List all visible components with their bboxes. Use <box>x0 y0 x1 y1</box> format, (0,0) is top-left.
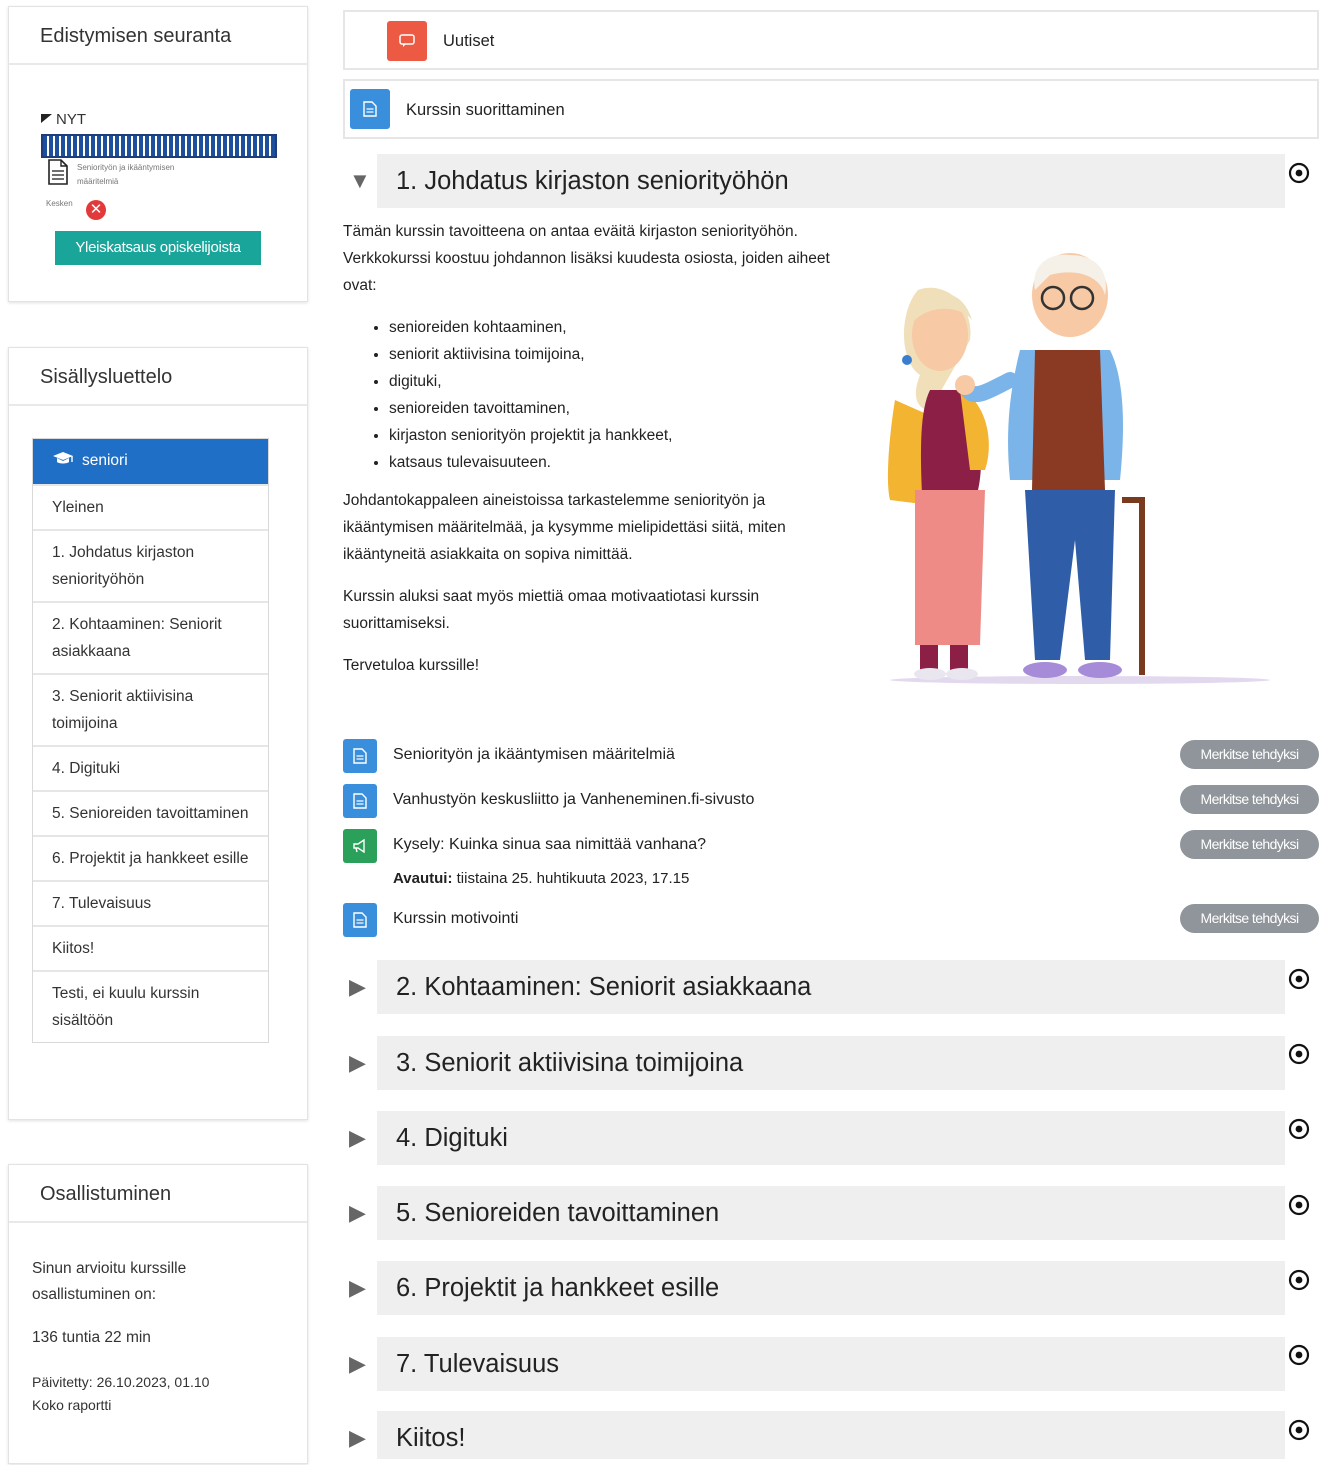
expand-arrow-icon[interactable]: ▶ <box>349 974 366 1000</box>
expand-arrow-icon[interactable]: ▶ <box>349 1050 366 1076</box>
topic-item: seniorit aktiivisina toimijoina, <box>389 341 833 368</box>
activity-label[interactable]: Kurssin motivointi <box>393 910 518 928</box>
activity-definitions[interactable]: Seniorityön ja ikääntymisen määritelmiä … <box>343 739 1319 775</box>
expand-arrow-icon[interactable]: ▶ <box>349 1200 366 1226</box>
seniors-illustration <box>887 253 1270 684</box>
section-kiitos-header[interactable]: Kiitos! <box>377 1411 1285 1459</box>
toc-course-label: seniori <box>82 452 128 469</box>
progress-item-line1: Seniorityön ja ikääntymisen <box>77 163 175 172</box>
survey-open-date: Avautui: tiistaina 25. huhtikuuta 2023, … <box>393 870 689 887</box>
opens-label: Avautui: <box>393 870 453 887</box>
participation-text: Sinun arvioitu kurssille osallistuminen … <box>32 1260 187 1303</box>
topic-item: senioreiden kohtaaminen, <box>389 314 833 341</box>
section-target-icon[interactable] <box>1288 162 1310 184</box>
page-icon <box>343 784 377 818</box>
activity-label[interactable]: Kysely: Kuinka sinua saa nimittää vanhan… <box>393 836 706 854</box>
expand-arrow-icon[interactable]: ▶ <box>349 1351 366 1377</box>
topic-item: senioreiden tavoittaminen, <box>389 395 833 422</box>
expand-arrow-icon[interactable]: ▶ <box>349 1125 366 1151</box>
page-icon <box>343 739 377 773</box>
toc-list: seniori Yleinen 1. Johdatus kirjaston se… <box>32 438 269 1043</box>
progress-bar[interactable] <box>41 134 277 158</box>
progress-tracking-block: Edistymisen seuranta NYT Seniorityön ja … <box>8 6 308 302</box>
section-6-header[interactable]: 6. Projektit ja hankkeet esille <box>377 1261 1285 1315</box>
toc-item-kiitos[interactable]: Kiitos! <box>33 925 268 970</box>
now-label: NYT <box>56 111 86 128</box>
section-7-header[interactable]: 7. Tulevaisuus <box>377 1337 1285 1391</box>
progress-item-line2: määritelmiä <box>77 177 119 186</box>
mark-done-button[interactable]: Merkitse tehdyksi <box>1180 785 1319 814</box>
toc-item-test[interactable]: Testi, ei kuulu kurssin sisältöön <box>33 970 268 1042</box>
progress-item-label[interactable]: Seniorityön ja ikääntymisen määritelmiä <box>77 161 174 189</box>
intro-paragraph-3: Kurssin aluksi saat myös miettiä omaa mo… <box>343 588 760 632</box>
forum-icon <box>387 21 427 61</box>
toc-item-section-2[interactable]: 2. Kohtaaminen: Seniorit asiakkaana <box>33 601 268 673</box>
section-target-icon[interactable] <box>1288 1419 1310 1441</box>
toc-item-section-4[interactable]: 4. Digituki <box>33 745 268 790</box>
section-1-summary: Tämän kurssin tavoitteena on antaa eväit… <box>343 218 833 694</box>
section-2-header[interactable]: 2. Kohtaaminen: Seniorit asiakkaana <box>377 960 1285 1014</box>
document-icon <box>48 159 68 185</box>
news-forum-link[interactable]: Uutiset <box>343 10 1319 70</box>
mark-done-button[interactable]: Merkitse tehdyksi <box>1180 904 1319 933</box>
feedback-icon <box>343 829 377 863</box>
section-target-icon[interactable] <box>1288 1344 1310 1366</box>
mark-done-button[interactable]: Merkitse tehdyksi <box>1180 740 1319 769</box>
news-label: Uutiset <box>443 32 495 50</box>
topic-item: katsaus tulevaisuuteen. <box>389 449 833 476</box>
page-icon <box>350 89 390 129</box>
toc-item-section-3[interactable]: 3. Seniorit aktiivisina toimijoina <box>33 673 268 745</box>
expand-arrow-icon[interactable]: ▶ <box>349 1275 366 1301</box>
opens-value: tiistaina 25. huhtikuuta 2023, 17.15 <box>456 870 690 887</box>
participation-time: 136 tuntia 22 min <box>32 1329 151 1346</box>
section-3-header[interactable]: 3. Seniorit aktiivisina toimijoina <box>377 1036 1285 1090</box>
section-4-header[interactable]: 4. Digituki <box>377 1111 1285 1165</box>
toc-item-section-6[interactable]: 6. Projektit ja hankkeet esille <box>33 835 268 880</box>
section-target-icon[interactable] <box>1288 1043 1310 1065</box>
welcome-text: Tervetuloa kurssille! <box>343 657 480 674</box>
intro-paragraph-2: Johdantokappaleen aineistoissa tarkastel… <box>343 492 786 563</box>
section-target-icon[interactable] <box>1288 1118 1310 1140</box>
topic-item: kirjaston seniorityön projektit ja hankk… <box>389 422 833 449</box>
activity-label[interactable]: Vanhustyön keskusliitto ja Vanheneminen.… <box>393 791 754 809</box>
toc-item-yleinen[interactable]: Yleinen <box>33 484 268 529</box>
page-icon <box>343 903 377 937</box>
course-completion-link[interactable]: Kurssin suorittaminen <box>343 79 1319 139</box>
toc-item-section-1[interactable]: 1. Johdatus kirjaston seniorityöhön <box>33 529 268 601</box>
expand-arrow-icon[interactable]: ▶ <box>349 1425 366 1451</box>
toc-course-link[interactable]: seniori <box>33 439 268 484</box>
completion-label: Kurssin suorittaminen <box>406 101 565 119</box>
mark-done-button[interactable]: Merkitse tehdyksi <box>1180 830 1319 859</box>
section-5-header[interactable]: 5. Senioreiden tavoittaminen <box>377 1186 1285 1240</box>
intro-paragraph: Tämän kurssin tavoitteena on antaa eväit… <box>343 223 830 294</box>
activity-motivation[interactable]: Kurssin motivointi Merkitse tehdyksi <box>343 903 1319 939</box>
toc-title: Sisällysluettelo <box>9 348 307 406</box>
section-target-icon[interactable] <box>1288 1269 1310 1291</box>
participation-title: Osallistuminen <box>9 1165 307 1223</box>
graduation-cap-icon <box>52 447 74 474</box>
topic-item: digituki, <box>389 368 833 395</box>
section-1-header[interactable]: 1. Johdatus kirjaston seniorityöhön <box>377 154 1285 208</box>
toc-item-section-7[interactable]: 7. Tulevaisuus <box>33 880 268 925</box>
participation-updated: Päivitetty: 26.10.2023, 01.10 <box>32 1374 210 1390</box>
now-flag-icon <box>41 114 52 123</box>
toc-item-section-5[interactable]: 5. Senioreiden tavoittaminen <box>33 790 268 835</box>
activity-survey[interactable]: Kysely: Kuinka sinua saa nimittää vanhan… <box>343 829 1319 865</box>
student-overview-button[interactable]: Yleiskatsaus opiskelijoista <box>55 231 261 265</box>
status-label: Kesken <box>46 199 73 208</box>
full-report-link[interactable]: Koko raportti <box>32 1394 111 1417</box>
topic-list: senioreiden kohtaaminen, seniorit aktiiv… <box>343 314 833 476</box>
section-target-icon[interactable] <box>1288 1194 1310 1216</box>
progress-block-title: Edistymisen seuranta <box>9 7 307 65</box>
incomplete-x-icon: ✕ <box>86 200 106 220</box>
section-target-icon[interactable] <box>1288 968 1310 990</box>
participation-block: Osallistuminen <box>8 1164 308 1464</box>
activity-vanhustyo[interactable]: Vanhustyön keskusliitto ja Vanheneminen.… <box>343 784 1319 820</box>
collapse-arrow-icon[interactable]: ▼ <box>349 168 371 194</box>
activity-label[interactable]: Seniorityön ja ikääntymisen määritelmiä <box>393 746 675 764</box>
now-marker: NYT <box>41 111 86 128</box>
